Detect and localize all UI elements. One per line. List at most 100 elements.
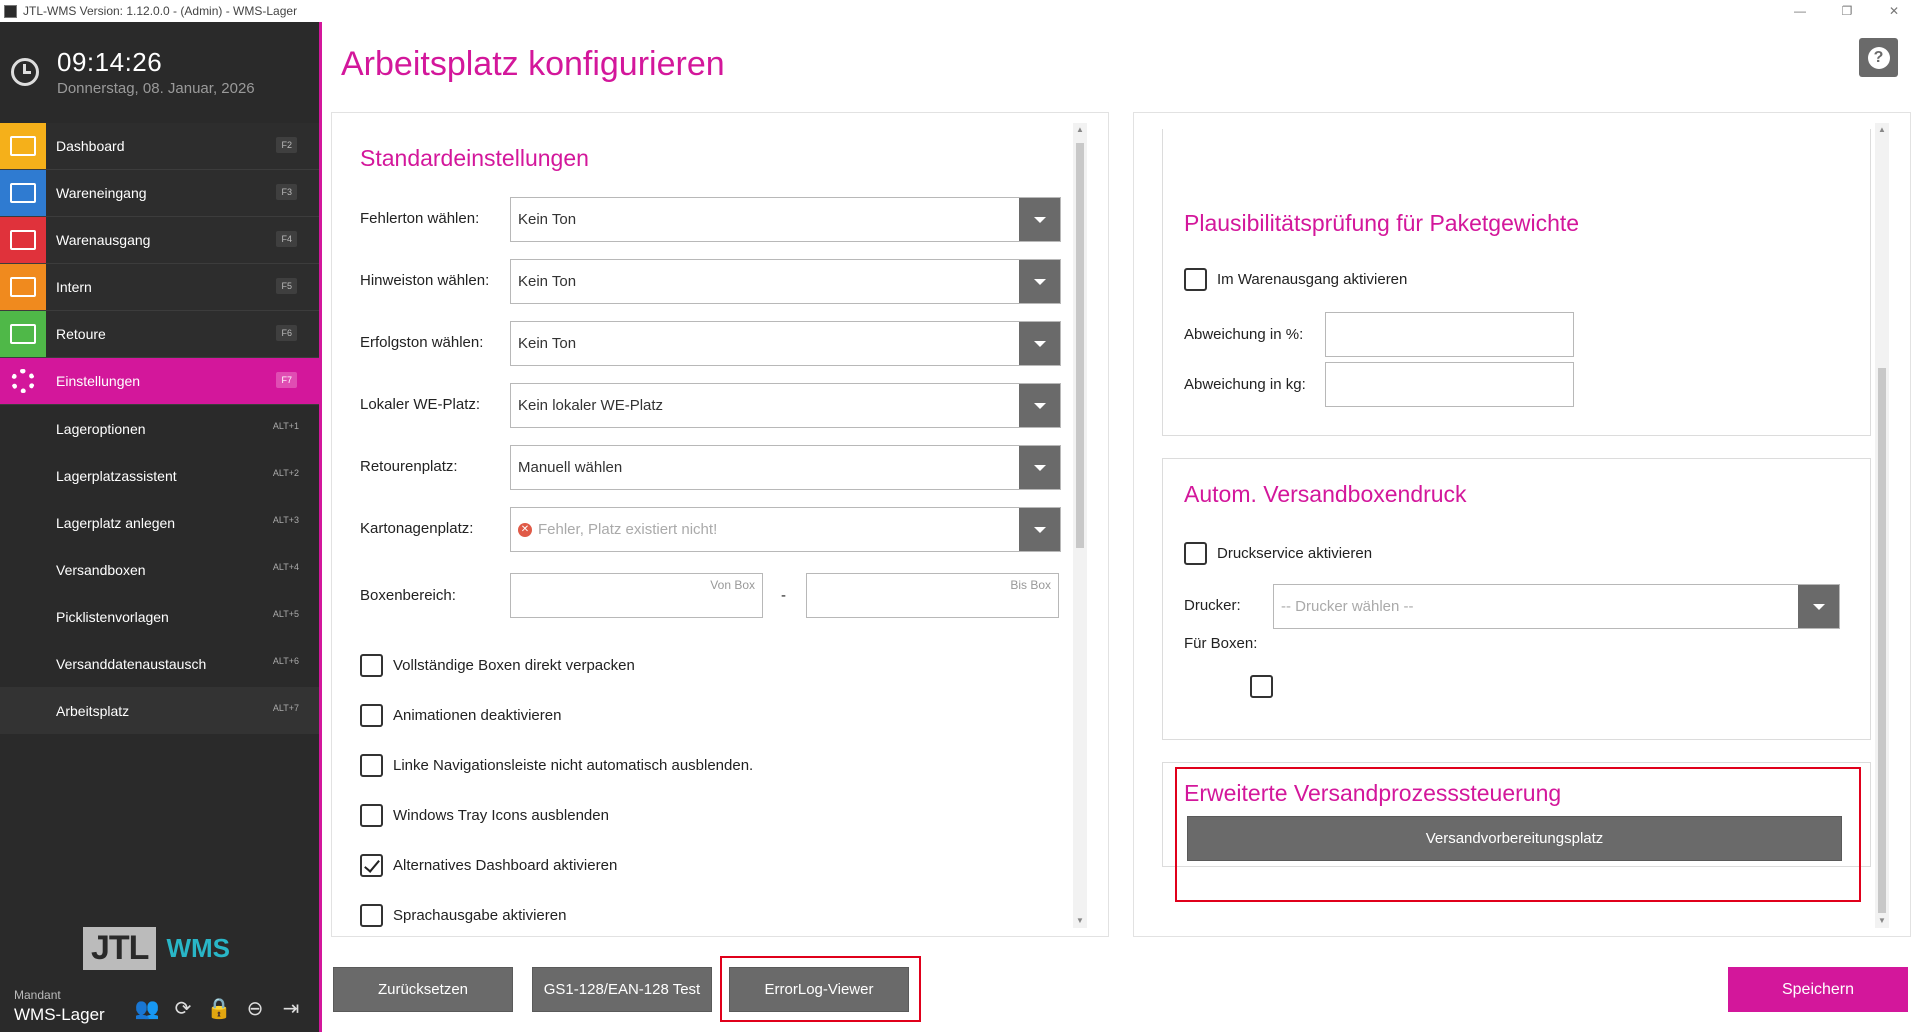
fehlerton-select[interactable]: Kein Ton <box>510 197 1061 242</box>
nav-item-retoure[interactable]: Retoure F6 <box>0 311 319 358</box>
von-box-input[interactable]: Von Box <box>510 573 763 618</box>
abweichung-kg-input[interactable] <box>1325 362 1574 407</box>
gs1-test-button[interactable]: GS1-128/EAN-128 Test <box>532 967 712 1012</box>
hinweiston-select[interactable]: Kein Ton <box>510 259 1061 304</box>
nav-item-einstellungen[interactable]: Einstellungen F7 <box>0 358 319 405</box>
we-platz-select[interactable]: Kein lokaler WE-Platz <box>510 383 1061 428</box>
check-sprachausgabe[interactable]: Sprachausgabe aktivieren <box>360 904 566 927</box>
check-animationen[interactable]: Animationen deaktivieren <box>360 704 561 727</box>
minus-circle-icon[interactable]: ⊖ <box>242 995 268 1021</box>
sub-item-picklistenvorlagen[interactable]: Picklistenvorlagen ALT+5 <box>0 593 319 640</box>
restore-icon[interactable]: ❐ <box>1827 0 1867 22</box>
checkbox[interactable] <box>360 804 383 827</box>
sub-item-lagerplatzassistent[interactable]: Lagerplatzassistent ALT+2 <box>0 452 319 499</box>
help-button[interactable]: ? <box>1859 38 1898 77</box>
check-navigationsleiste[interactable]: Linke Navigationsleiste nicht automatisc… <box>360 754 753 777</box>
wareneingang-icon <box>0 170 46 216</box>
lock-icon[interactable]: 🔒 <box>206 995 232 1021</box>
section-title-versandbox: Autom. Versandboxendruck <box>1184 481 1467 507</box>
sub-item-label: Lagerplatzassistent <box>56 467 177 484</box>
erfolgston-label: Erfolgston wählen: <box>360 334 484 351</box>
mandant-label: Mandant <box>14 988 61 1002</box>
chevron-down-icon[interactable] <box>1019 446 1060 489</box>
clock-icon <box>11 58 39 86</box>
sub-item-versandboxen[interactable]: Versandboxen ALT+4 <box>0 546 319 593</box>
chevron-down-icon[interactable] <box>1019 260 1060 303</box>
drucker-placeholder: -- Drucker wählen -- <box>1281 598 1414 615</box>
section-title-plausibility: Plausibilitätsprüfung für Paketgewichte <box>1184 210 1580 236</box>
chevron-down-icon[interactable] <box>1019 508 1060 551</box>
checkbox[interactable] <box>1184 542 1207 565</box>
plausibility-card: Plausibilitätsprüfung für Paketgewichte … <box>1162 129 1871 436</box>
we-platz-value: Kein lokaler WE-Platz <box>518 397 664 414</box>
chevron-down-icon[interactable] <box>1019 384 1060 427</box>
checkbox-label: Animationen deaktivieren <box>393 707 562 724</box>
minimize-icon[interactable]: — <box>1780 0 1820 22</box>
nav-item-wareneingang[interactable]: Wareneingang F3 <box>0 170 319 217</box>
checkbox[interactable] <box>360 754 383 777</box>
nav-label: Einstellungen <box>56 373 141 389</box>
drucker-select[interactable]: -- Drucker wählen -- <box>1273 584 1840 629</box>
checkbox-label: Windows Tray Icons ausblenden <box>393 807 609 824</box>
checkbox[interactable] <box>360 704 383 727</box>
shortcut-badge: ALT+1 <box>272 421 299 431</box>
sub-item-lageroptionen[interactable]: Lageroptionen ALT+1 <box>0 405 319 452</box>
shortcut-badge: ALT+4 <box>272 562 299 572</box>
bis-box-input[interactable]: Bis Box <box>806 573 1059 618</box>
nav-item-warenausgang[interactable]: Warenausgang F4 <box>0 217 319 264</box>
sub-item-label: Picklistenvorlagen <box>56 608 169 625</box>
fehlerton-label: Fehlerton wählen: <box>360 210 480 227</box>
sub-item-label: Lageroptionen <box>56 420 146 437</box>
checkbox[interactable] <box>360 904 383 927</box>
clock-time: 09:14:26 <box>57 47 163 77</box>
page-title: Arbeitsplatz konfigurieren <box>341 45 725 83</box>
sub-item-versanddatenaustausch[interactable]: Versanddatenaustausch ALT+6 <box>0 640 319 687</box>
abweichung-kg-label: Abweichung in kg: <box>1184 376 1306 393</box>
shortcut-badge: ALT+6 <box>272 656 299 666</box>
sub-item-lagerplatz-anlegen[interactable]: Lagerplatz anlegen ALT+3 <box>0 499 319 546</box>
erfolgston-select[interactable]: Kein Ton <box>510 321 1061 366</box>
nav-label: Retoure <box>56 326 106 342</box>
highlight-box-erweiterte <box>1175 767 1861 902</box>
sub-item-arbeitsplatz[interactable]: Arbeitsplatz ALT+7 <box>0 687 319 734</box>
checkbox-label: Druckservice aktivieren <box>1217 545 1373 562</box>
nav-item-intern[interactable]: Intern F5 <box>0 264 319 311</box>
left-scrollbar[interactable]: ▲ ▼ <box>1073 123 1087 928</box>
chevron-down-icon[interactable] <box>1019 322 1060 365</box>
users-icon[interactable]: 👥 <box>134 995 160 1021</box>
warenausgang-icon <box>0 217 46 263</box>
check-druckservice[interactable]: Druckservice aktivieren <box>1184 542 1372 565</box>
check-warenausgang[interactable]: Im Warenausgang aktivieren <box>1184 268 1407 291</box>
chevron-down-icon[interactable] <box>1019 198 1060 241</box>
check-tray-icons[interactable]: Windows Tray Icons ausblenden <box>360 804 609 827</box>
shortcut-badge: F7 <box>276 372 297 388</box>
bis-box-placeholder: Bis Box <box>1010 578 1051 592</box>
check-vollstaendige-boxen[interactable]: Vollständige Boxen direkt verpacken <box>360 654 635 677</box>
nav-label: Wareneingang <box>56 185 147 201</box>
checkbox-label: Sprachausgabe aktivieren <box>393 907 567 924</box>
window-title: JTL-WMS Version: 1.12.0.0 - (Admin) - WM… <box>23 4 298 18</box>
app-icon <box>4 4 17 18</box>
jtl-wms-logo: JTL WMS <box>83 927 230 970</box>
checkbox-checked[interactable] <box>360 854 383 877</box>
nav-label: Intern <box>56 279 92 295</box>
chevron-down-icon[interactable] <box>1798 585 1839 628</box>
abweichung-pct-input[interactable] <box>1325 312 1574 357</box>
shortcut-badge: ALT+2 <box>272 468 299 478</box>
right-scrollbar[interactable]: ▲ ▼ <box>1875 123 1889 928</box>
von-box-placeholder: Von Box <box>710 578 755 592</box>
save-button[interactable]: Speichern <box>1728 967 1908 1012</box>
retourenplatz-select[interactable]: Manuell wählen <box>510 445 1061 490</box>
logout-icon[interactable]: ⇥ <box>278 995 304 1021</box>
reset-button[interactable]: Zurücksetzen <box>333 967 513 1012</box>
nav-label: Warenausgang <box>56 232 151 248</box>
kartonagenplatz-select[interactable]: ✕ Fehler, Platz existiert nicht! <box>510 507 1061 552</box>
sync-icon[interactable]: ⟳ <box>170 995 196 1021</box>
fuer-boxen-checkbox[interactable] <box>1250 675 1273 698</box>
close-icon[interactable]: ✕ <box>1874 0 1914 22</box>
checkbox[interactable] <box>1184 268 1207 291</box>
nav-item-dashboard[interactable]: Dashboard F2 <box>0 123 319 170</box>
dashboard-icon <box>0 123 46 169</box>
checkbox[interactable] <box>360 654 383 677</box>
check-alternatives-dashboard[interactable]: Alternatives Dashboard aktivieren <box>360 854 617 877</box>
